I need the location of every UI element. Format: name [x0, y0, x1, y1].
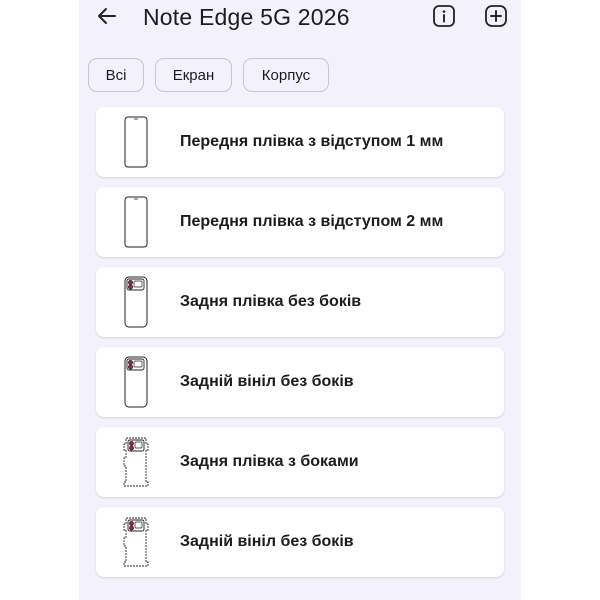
template-label: Задня плівка з боками [180, 453, 359, 470]
template-card-front-2mm[interactable]: Передня плівка з відступом 2 мм [96, 187, 504, 257]
template-card-front-1mm[interactable]: Передня плівка з відступом 1 мм [96, 107, 504, 177]
chip-all[interactable]: Всі [88, 58, 144, 92]
template-card-back-no-sides[interactable]: Задня плівка без боків [96, 267, 504, 337]
info-icon [433, 5, 455, 27]
chip-body[interactable]: Корпус [243, 58, 329, 92]
phone-back-wrap-icon [122, 436, 150, 488]
phone-back-wrap-icon [122, 516, 150, 568]
plus-circle-icon [485, 5, 507, 27]
back-button[interactable] [94, 3, 120, 29]
phone-back-camera-icon [122, 276, 150, 328]
template-label: Передня плівка з відступом 2 мм [180, 213, 444, 230]
template-card-back-vinyl[interactable]: Задній вініл без боків [96, 347, 504, 417]
template-label: Задній вініл без боків [180, 533, 354, 550]
template-label: Задній вініл без боків [180, 373, 354, 390]
phone-front-outline-icon [122, 116, 150, 168]
template-label: Задня плівка без боків [180, 293, 362, 310]
arrow-left-icon [98, 8, 116, 24]
template-card-back-with-sides[interactable]: Задня плівка з боками [96, 427, 504, 497]
app-screen: Note Edge 5G 2026 Всі Екран Корпус Перед… [79, 0, 521, 600]
page-title: Note Edge 5G 2026 [143, 4, 350, 30]
top-app-bar: Note Edge 5G 2026 [79, 0, 521, 36]
phone-front-outline-icon [122, 196, 150, 248]
template-card-back-vinyl-wrap[interactable]: Задній вініл без боків [96, 507, 504, 577]
info-button[interactable] [431, 3, 457, 29]
template-label: Передня плівка з відступом 1 мм [180, 133, 444, 150]
chip-screen[interactable]: Екран [155, 58, 232, 92]
add-button[interactable] [483, 3, 509, 29]
phone-back-camera-icon [122, 356, 150, 408]
